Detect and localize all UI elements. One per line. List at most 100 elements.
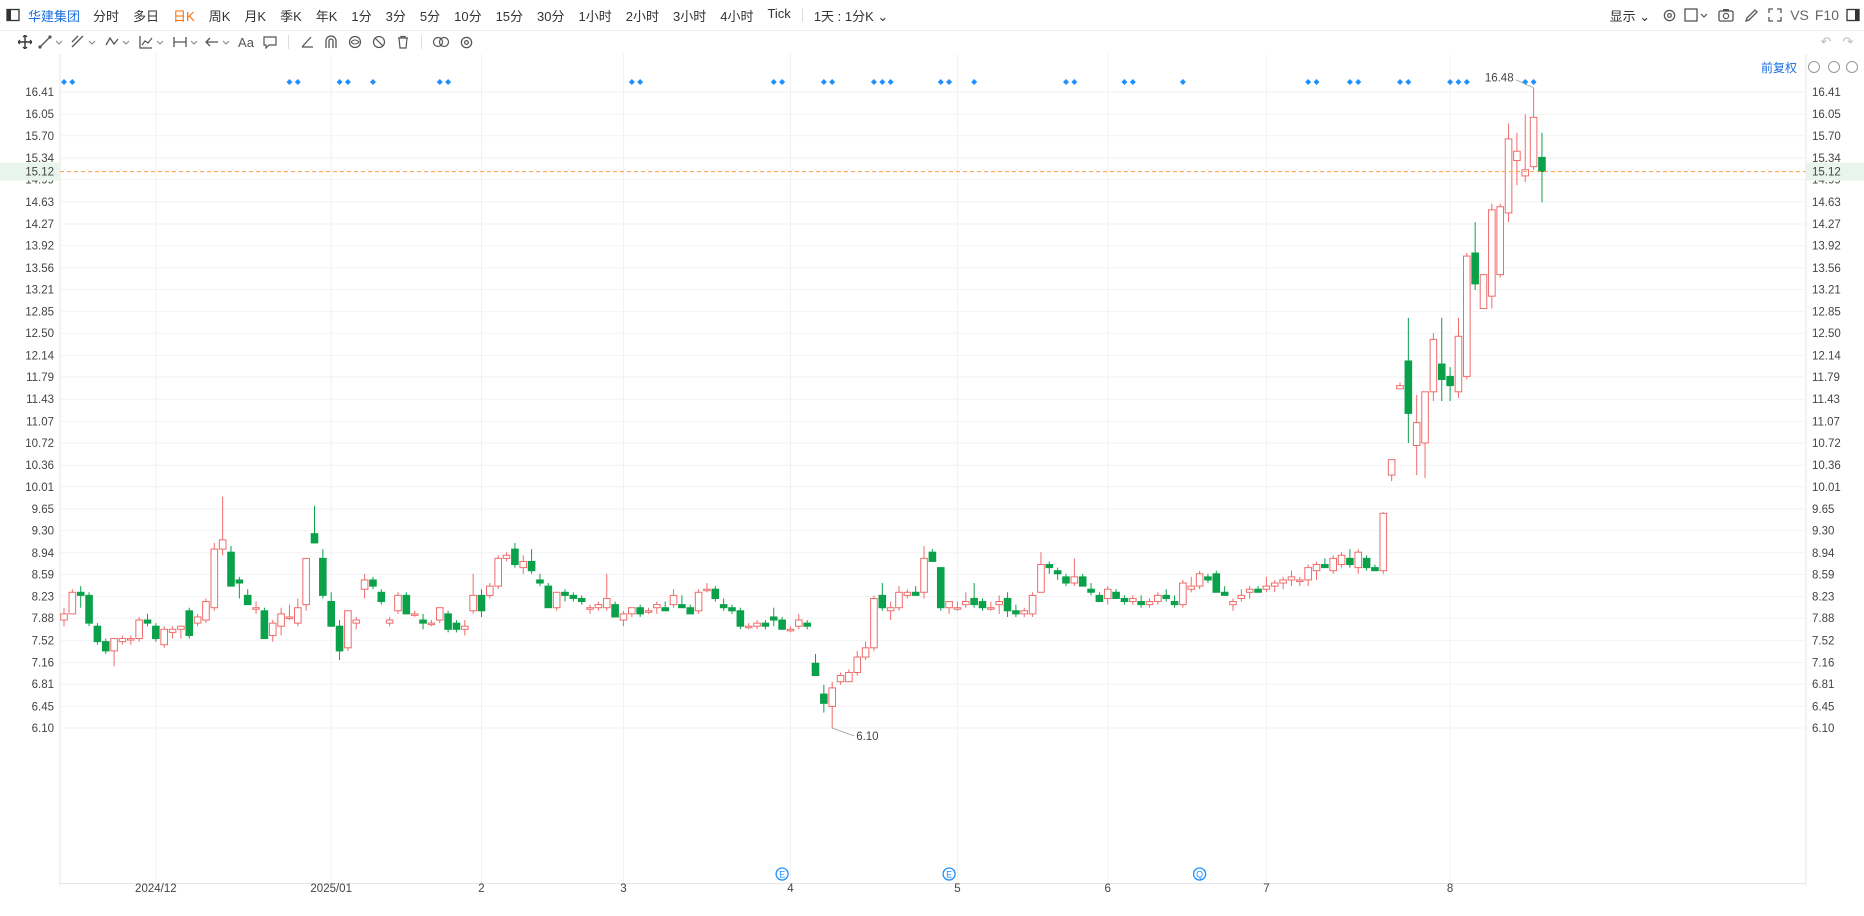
candle-body (452, 622, 461, 630)
channel-tool-icon[interactable] (68, 35, 102, 49)
period-tab-17[interactable]: Tick (760, 6, 797, 25)
candle-body (168, 628, 177, 633)
time-tick-label: 4 (787, 883, 794, 895)
candle-body (152, 625, 160, 640)
period-tab-15[interactable]: 3小时 (666, 6, 713, 25)
period-tab-7[interactable]: 1分 (344, 6, 378, 25)
price-tick-right: 10.72 (1812, 438, 1841, 450)
fullscreen-icon[interactable] (1763, 8, 1787, 22)
candle-body (502, 554, 511, 559)
candle-body (1053, 570, 1062, 575)
move-crosshair-icon[interactable] (14, 35, 36, 49)
candle-body (235, 579, 244, 584)
indicator-chart-icon[interactable] (136, 35, 170, 49)
period-tab-3[interactable]: 周K (202, 6, 238, 25)
redo-icon[interactable]: ↷ (1838, 34, 1858, 50)
event-badge-label: E (779, 870, 785, 880)
measure-tool-icon[interactable] (170, 35, 204, 49)
magnet-icon[interactable] (319, 35, 343, 49)
candle-body (1145, 601, 1154, 606)
hide-drawings-icon[interactable] (367, 35, 391, 49)
candle-body (68, 591, 77, 615)
candle-body (594, 604, 603, 609)
period-tab-10[interactable]: 10分 (447, 6, 488, 25)
sidebar-toggle-icon[interactable] (2, 8, 24, 22)
time-tick-label: 6 (1105, 883, 1111, 895)
period-tab-12[interactable]: 30分 (530, 6, 571, 25)
period-tab-2[interactable]: 日K (166, 6, 202, 25)
period-tab-16[interactable]: 4小时 (713, 6, 760, 25)
candle-body (1170, 601, 1179, 606)
candle-body (577, 597, 586, 603)
undo-icon[interactable]: ↶ (1816, 34, 1836, 50)
price-tick-right: 6.81 (1812, 679, 1834, 691)
candle-body (853, 656, 862, 673)
comment-icon[interactable] (258, 35, 282, 49)
stock-name[interactable]: 华建集团 (24, 6, 86, 25)
candle-body (1078, 576, 1087, 587)
period-tab-1[interactable]: 多日 (126, 6, 166, 25)
arrow-tool-icon[interactable] (204, 35, 234, 49)
candle-body (569, 594, 578, 599)
candle-body (1254, 588, 1262, 593)
candle-body (1329, 557, 1338, 572)
price-tick-left: 6.10 (32, 723, 54, 735)
wave-tool-icon[interactable] (102, 35, 136, 49)
period-tab-14[interactable]: 2小时 (619, 6, 666, 25)
angle-tool-icon[interactable] (295, 35, 319, 49)
eye-lock-icon[interactable] (343, 35, 367, 49)
candlestick-chart[interactable]: 6.10 6.10 6.45 6.45 6.81 6.81 7.16 7.16 7.52 7.52… (0, 54, 1864, 916)
price-tick-right: 13.56 (1812, 263, 1841, 275)
candle-body (611, 604, 619, 618)
event-diamond (870, 79, 877, 85)
interval-select[interactable]: 1天 : 1分K ⌄ (807, 6, 896, 25)
event-diamond (344, 79, 351, 85)
event-diamond (1313, 79, 1320, 85)
trend-line-icon[interactable] (36, 35, 68, 49)
candle-body (552, 591, 561, 609)
price-tick-right: 12.85 (1812, 307, 1841, 319)
candle-body (761, 622, 770, 627)
candle-body (728, 607, 736, 612)
period-tab-0[interactable]: 分时 (86, 6, 126, 25)
camera-icon[interactable] (1713, 8, 1739, 22)
period-tab-4[interactable]: 月K (237, 6, 273, 25)
period-tab-5[interactable]: 季K (273, 6, 309, 25)
panel-toggle-icon[interactable] (1842, 8, 1864, 22)
event-diamond (1305, 79, 1312, 85)
price-tick-right: 14.63 (1812, 197, 1841, 209)
candle-body (527, 560, 536, 572)
vs-button[interactable]: VS (1787, 7, 1812, 23)
price-tick-left: 7.88 (32, 613, 54, 625)
f10-button[interactable]: F10 (1812, 7, 1842, 23)
text-tool-icon[interactable]: Aa (234, 35, 258, 50)
candle-body (1187, 585, 1196, 590)
period-tab-11[interactable]: 15分 (489, 6, 530, 25)
settings-gear-icon[interactable] (1657, 8, 1681, 23)
candle-body (185, 610, 194, 636)
candle-body (1137, 601, 1145, 606)
candle-body (252, 607, 260, 610)
period-tab-13[interactable]: 1小时 (572, 6, 619, 25)
candle-body (218, 539, 227, 550)
candle-body (1112, 591, 1120, 599)
price-tick-left: 13.92 (25, 241, 54, 253)
price-tick-right: 13.92 (1812, 241, 1841, 253)
layout-square-icon[interactable] (1681, 8, 1713, 22)
price-tick-left: 11.43 (26, 394, 54, 406)
toolbar-settings-icon[interactable] (454, 35, 478, 50)
period-tab-8[interactable]: 3分 (379, 6, 413, 25)
candle-body (1446, 375, 1454, 387)
trash-icon[interactable] (391, 35, 415, 49)
candle-body (377, 591, 386, 603)
overlay-compare-icon[interactable] (428, 35, 454, 49)
pencil-icon[interactable] (1739, 8, 1763, 23)
period-tab-9[interactable]: 5分 (413, 6, 447, 25)
candle-body (127, 638, 135, 641)
event-diamond (1355, 79, 1362, 85)
display-menu[interactable]: 显示 ⌄ (1603, 6, 1658, 25)
chevron-down-icon: ⌄ (877, 8, 889, 24)
chart-overlay: E E Q 15.12 15.12 16.48 6.10 (0, 61, 1864, 881)
candle-body (786, 628, 795, 632)
period-tab-6[interactable]: 年K (309, 6, 345, 25)
